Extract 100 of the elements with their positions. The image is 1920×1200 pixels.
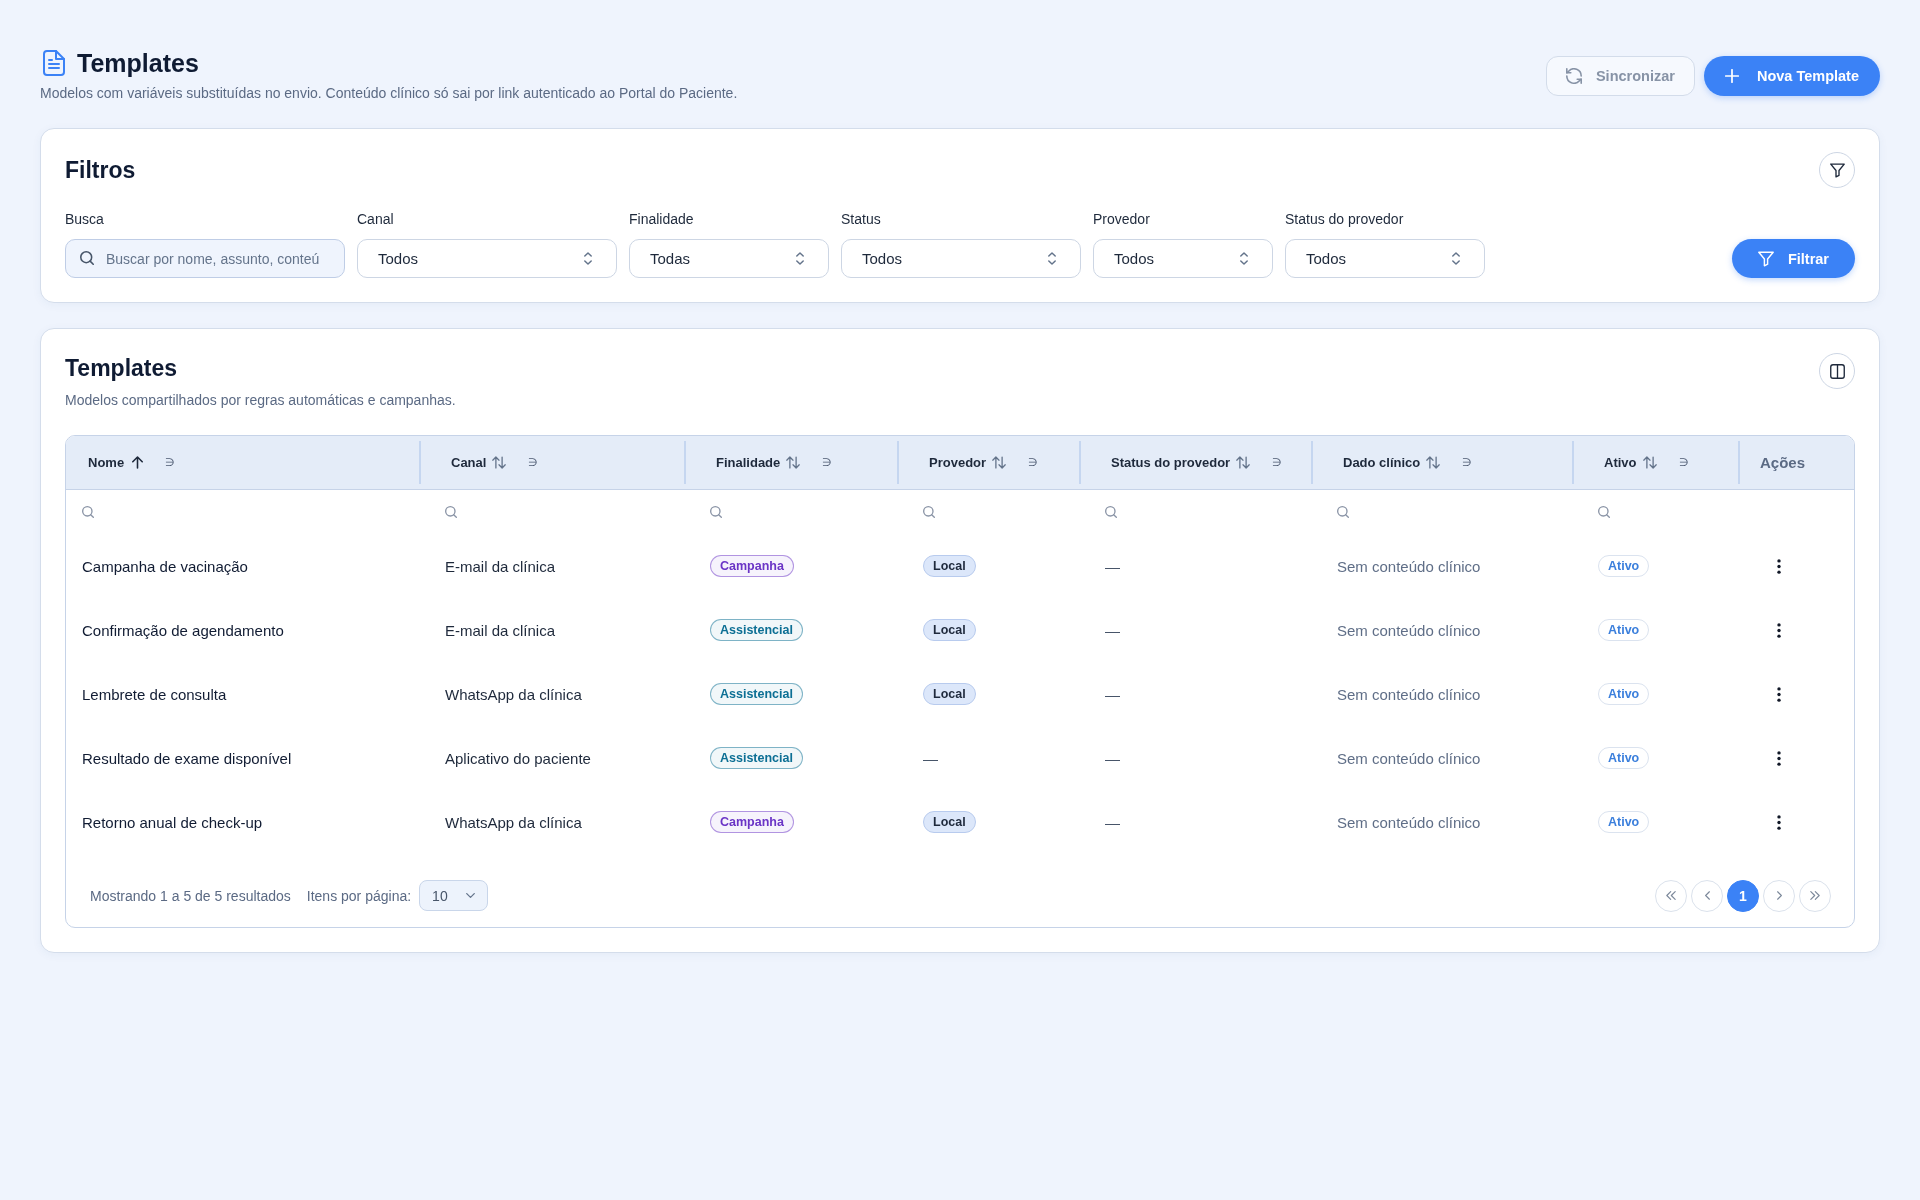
page-subtitle: Modelos com variáveis substituídas no envio. Conteúdo clínico só sai por link autenticado ao Portal do Paciente. [40, 84, 738, 103]
purpose-tag: Assistencial [710, 619, 803, 641]
search-icon[interactable] [710, 506, 722, 518]
more-options-icon[interactable] [1777, 558, 1781, 574]
provider-tag: Local [923, 811, 976, 833]
search-icon[interactable] [1337, 506, 1349, 518]
provider-status-cell: — [1105, 685, 1120, 703]
filter-button[interactable]: Filtrar [1731, 239, 1855, 278]
sort-icon[interactable] [786, 456, 801, 469]
search-icon[interactable] [82, 506, 94, 518]
active-tag: Ativo [1598, 683, 1650, 705]
field-label: Canal [357, 211, 395, 228]
column-header: Ações [1760, 454, 1806, 471]
select-field[interactable]: Todos [1093, 239, 1273, 278]
purpose-tag: Campanha [710, 555, 794, 577]
channel-cell: E-mail da clínica [445, 557, 556, 575]
select-field[interactable]: Todos [841, 239, 1081, 278]
column-header[interactable]: Nome [88, 455, 125, 470]
chevron-right-icon [1776, 891, 1782, 900]
provider-status-cell: — [1105, 749, 1120, 767]
plus-icon [1724, 68, 1739, 83]
active-tag: Ativo [1598, 619, 1650, 641]
clinical-data-cell: Sem conteúdo clínico [1337, 557, 1481, 575]
per-page-select[interactable]: 10 [419, 880, 489, 911]
double-chevron-right-icon [1810, 891, 1820, 900]
results-summary: Mostrando 1 a 5 de 5 resultados [90, 887, 291, 904]
column-menu-glyph[interactable]: ∋ [1678, 456, 1689, 469]
refresh-icon [1565, 67, 1582, 84]
more-options-icon[interactable] [1777, 622, 1781, 638]
template-name: Resultado de exame disponível [82, 749, 292, 767]
column-menu-glyph[interactable]: ∋ [1272, 456, 1283, 469]
first-page-button[interactable] [1655, 879, 1687, 912]
column-header[interactable]: Canal [451, 455, 487, 470]
more-options-icon[interactable] [1777, 814, 1781, 830]
clinical-data-cell: Sem conteúdo clínico [1337, 813, 1481, 831]
chevron-up-down-icon [796, 252, 804, 265]
clinical-data-cell: Sem conteúdo clínico [1337, 621, 1481, 639]
sort-icon[interactable] [1236, 456, 1251, 469]
column-menu-glyph[interactable]: ∋ [528, 456, 539, 469]
search-icon[interactable] [445, 506, 457, 518]
field-label: Busca [65, 211, 105, 228]
sort-ascending-icon[interactable] [132, 456, 144, 469]
table-subtitle: Modelos compartilhados por regras automáticas e campanhas. [65, 391, 456, 410]
field-label: Status do provedor [1285, 211, 1405, 228]
create-button[interactable]: Nova Template [1703, 55, 1880, 96]
filter-toggle-button[interactable] [1819, 152, 1855, 188]
sort-icon[interactable] [1642, 456, 1657, 469]
search-icon[interactable] [1598, 506, 1610, 518]
columns-toggle-button[interactable] [1819, 353, 1855, 389]
purpose-tag: Assistencial [710, 683, 803, 705]
channel-cell: WhatsApp da clínica [445, 685, 582, 703]
search-icon[interactable] [923, 506, 935, 518]
column-header[interactable]: Status do provedor [1111, 455, 1231, 470]
active-tag: Ativo [1598, 811, 1650, 833]
purpose-tag: Assistencial [710, 747, 803, 769]
select-field[interactable]: Todas [629, 239, 829, 278]
select-field[interactable]: Todos [357, 239, 617, 278]
clinical-data-cell: Sem conteúdo clínico [1337, 749, 1481, 767]
chevron-up-down-icon [1048, 252, 1056, 265]
field-label: Status [841, 211, 882, 228]
template-name: Campanha de vacinação [82, 557, 248, 575]
filter-icon [1829, 162, 1845, 178]
page-title: Templates [77, 48, 199, 78]
sort-icon[interactable] [1426, 456, 1441, 469]
more-options-icon[interactable] [1777, 750, 1781, 766]
document-icon [43, 50, 65, 76]
filters-title: Filtros [65, 156, 136, 185]
chevron-up-down-icon [584, 252, 592, 265]
field-label: Provedor [1093, 211, 1151, 228]
provider-tag: Local [923, 555, 976, 577]
column-menu-glyph[interactable]: ∋ [1462, 456, 1473, 469]
column-header[interactable]: Provedor [929, 455, 987, 470]
column-header[interactable]: Dado clínico [1343, 455, 1421, 470]
clinical-data-cell: Sem conteúdo clínico [1337, 685, 1481, 703]
double-chevron-left-icon [1666, 891, 1676, 900]
search-icon[interactable] [1105, 506, 1117, 518]
sort-icon[interactable] [992, 456, 1007, 469]
template-name: Confirmação de agendamento [82, 621, 284, 639]
select-field[interactable]: Todos [1285, 239, 1485, 278]
columns-icon [1829, 363, 1845, 379]
more-options-icon[interactable] [1777, 686, 1781, 702]
provider-tag: Local [923, 619, 976, 641]
page-button[interactable]: 1 [1727, 879, 1759, 912]
last-page-button[interactable] [1799, 879, 1831, 912]
provider-tag: Local [923, 683, 976, 705]
provider-cell: — [923, 749, 938, 767]
template-name: Retorno anual de check-up [82, 813, 263, 831]
column-menu-glyph[interactable]: ∋ [1028, 456, 1039, 469]
search-field[interactable]: Buscar por nome, assunto, conteú [65, 239, 345, 278]
column-menu-glyph[interactable]: ∋ [822, 456, 833, 469]
per-page-label: Itens por página: [306, 887, 412, 904]
column-header[interactable]: Finalidade [716, 455, 781, 470]
chevron-up-down-icon [1452, 252, 1460, 265]
provider-status-cell: — [1105, 621, 1120, 639]
sort-icon[interactable] [492, 456, 507, 469]
column-menu-glyph[interactable]: ∋ [165, 456, 176, 469]
column-header[interactable]: Ativo [1604, 455, 1637, 470]
active-tag: Ativo [1598, 555, 1650, 577]
channel-cell: WhatsApp da clínica [445, 813, 582, 831]
active-tag: Ativo [1598, 747, 1650, 769]
